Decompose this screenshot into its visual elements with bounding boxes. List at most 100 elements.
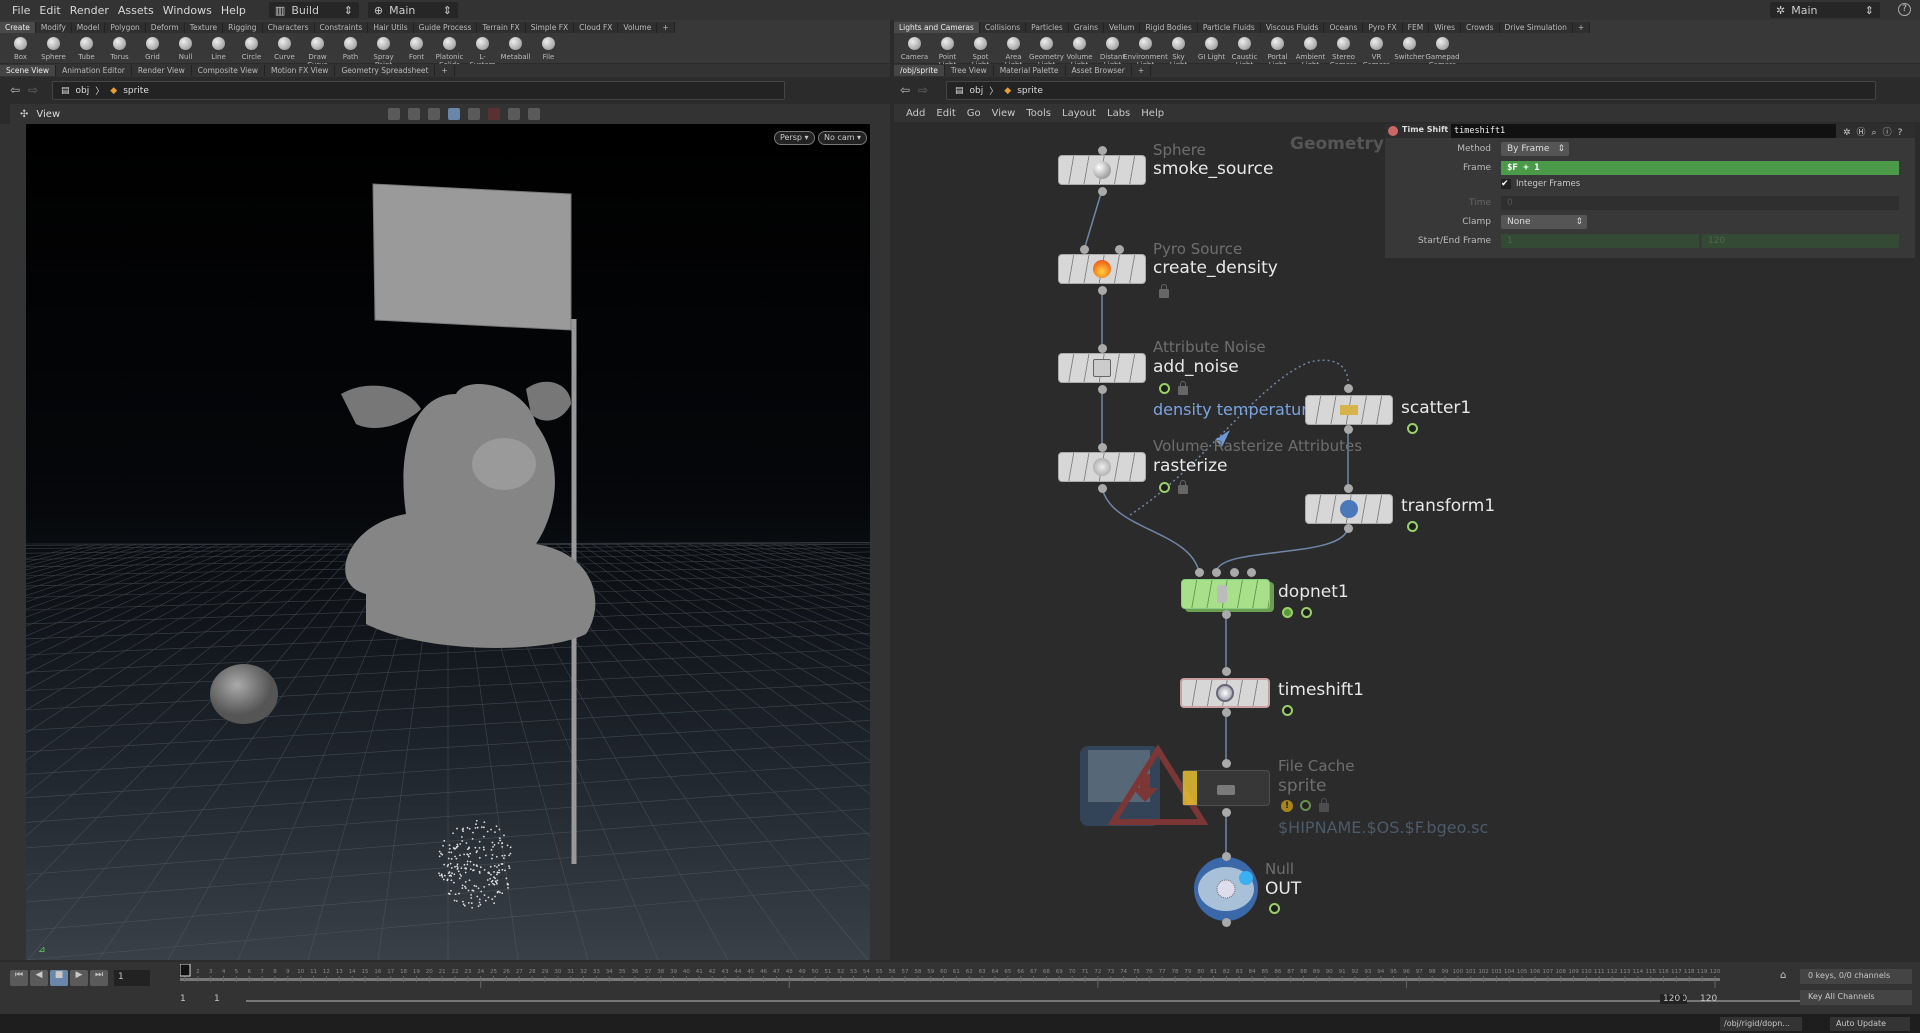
method-select[interactable]: By Frame ⇕ — [1501, 142, 1569, 156]
range-end-value[interactable]: 120 — [1660, 994, 1684, 1004]
frame-tick-label: 17 — [387, 969, 394, 975]
frame-field[interactable]: $F + 1 — [1501, 161, 1899, 175]
frame-tick-label: 3 — [209, 969, 213, 975]
frame-tick-label: 84 — [1249, 969, 1256, 975]
first-frame-button[interactable]: ⏮ — [10, 970, 28, 986]
node-out[interactable] — [1191, 854, 1261, 924]
frame-tick-label: 24 — [477, 969, 484, 975]
frame-tick-label: 93 — [1364, 969, 1371, 975]
time-dependent-icon — [1301, 607, 1312, 618]
frame-tick-label: 119 — [1697, 969, 1708, 975]
node-scatter1[interactable] — [1305, 395, 1393, 425]
time-dependent-icon — [1159, 383, 1170, 394]
range-slider[interactable]: 1 1 120 — [180, 993, 1836, 1009]
node-create-density[interactable] — [1058, 254, 1146, 284]
stop-button[interactable]: ■ — [50, 970, 68, 986]
integer-frames-checkbox[interactable]: ✔ — [1501, 179, 1511, 189]
frame-tick-label: 112 — [1607, 969, 1618, 975]
time-dependent-icon — [1300, 800, 1311, 811]
frame-tick-label: 76 — [1146, 969, 1153, 975]
auto-update-select[interactable]: Auto Update — [1830, 1017, 1910, 1031]
frame-tick-label: 35 — [619, 969, 626, 975]
frame-tick-label: 62 — [966, 969, 973, 975]
frame-tick-label: 63 — [979, 969, 986, 975]
frame-tick-label: 73 — [1107, 969, 1114, 975]
frame-tick-label: 75 — [1133, 969, 1140, 975]
playback-controls: ⏮ ◀ ■ ▶ ⏭ — [10, 970, 108, 986]
method-label: Method — [1457, 144, 1491, 154]
frame-tick-label: 10 — [297, 969, 304, 975]
lock-icon[interactable] — [1159, 284, 1169, 298]
timeline-ruler[interactable]: 1234567891011121314151617181920212223242… — [180, 964, 1730, 988]
frame-tick-label: 11 — [310, 969, 317, 975]
frame-tick-label: 89 — [1313, 969, 1320, 975]
frame-tick-label: 85 — [1262, 969, 1269, 975]
wire — [1083, 189, 1103, 251]
frame-tick-label: 53 — [850, 969, 857, 975]
keys-status[interactable]: 0 keys, 0/0 channels — [1800, 969, 1912, 984]
time-dependent-icon — [1282, 705, 1293, 716]
clamp-label: Clamp — [1462, 217, 1491, 227]
lock-icon[interactable] — [1178, 480, 1188, 494]
frame-tick-label: 2 — [196, 969, 200, 975]
node-add-noise[interactable] — [1058, 353, 1146, 383]
node-timeshift1[interactable] — [1180, 678, 1270, 708]
range-start-value[interactable]: 1 — [214, 994, 220, 1004]
frame-tick-label: 68 — [1043, 969, 1050, 975]
lock-icon[interactable] — [1319, 798, 1329, 812]
last-frame-button[interactable]: ⏭ — [90, 970, 108, 986]
frame-tick-label: 69 — [1056, 969, 1063, 975]
node-type-label: File Cache — [1278, 757, 1355, 775]
time-dependent-icon — [1159, 482, 1170, 493]
key-all-channels-button[interactable]: Key All Channels — [1800, 990, 1912, 1005]
frame-tick-label: 45 — [747, 969, 754, 975]
node-rasterize[interactable] — [1058, 452, 1146, 482]
frame-tick-label: 29 — [542, 969, 549, 975]
node-type-label: Time Shift — [1402, 125, 1449, 134]
play-reverse-button[interactable]: ◀ — [30, 970, 48, 986]
node-file-cache[interactable] — [1182, 770, 1270, 806]
frame-tick-label: 113 — [1620, 969, 1631, 975]
frame-tick-label: 54 — [863, 969, 870, 975]
noise-icon — [1093, 359, 1111, 377]
frame-tick-label: 58 — [914, 969, 921, 975]
play-button[interactable]: ▶ — [70, 970, 88, 986]
frame-tick-label: 26 — [503, 969, 510, 975]
frame-tick-label: 100 — [1453, 969, 1464, 975]
node-type-label: Pyro Source — [1153, 240, 1243, 258]
node-dopnet1[interactable] — [1181, 579, 1270, 609]
node-name: transform1 — [1401, 496, 1496, 516]
node-smoke-source[interactable] — [1058, 155, 1146, 185]
current-frame-field[interactable]: 1 — [114, 970, 150, 986]
range-start-field[interactable]: 1 — [180, 994, 186, 1004]
frame-tick-label: 72 — [1094, 969, 1101, 975]
end-frame-field[interactable]: 120 — [1702, 234, 1899, 248]
clamp-select[interactable]: None ⇕ — [1501, 215, 1587, 229]
warning-icon: ! — [1281, 800, 1293, 812]
status-path[interactable]: /obj/rigid/dopn... — [1720, 1017, 1802, 1031]
frame-tick-label: 18 — [400, 969, 407, 975]
global-end-value[interactable]: 120 — [1700, 994, 1717, 1004]
frame-tick-label: 70 — [1069, 969, 1076, 975]
cache-flag — [1183, 771, 1197, 805]
frame-tick-label: 15 — [362, 969, 369, 975]
frame-tick-label: 39 — [670, 969, 677, 975]
frame-tick-label: 101 — [1465, 969, 1476, 975]
time-field[interactable]: 0 — [1501, 196, 1899, 210]
frame-tick-label: 31 — [567, 969, 574, 975]
frame-tick-label: 116 — [1658, 969, 1669, 975]
start-frame-field[interactable]: 1 — [1501, 234, 1699, 248]
node-name-field[interactable]: timeshift1 — [1451, 124, 1836, 138]
frame-tick-label: 90 — [1326, 969, 1333, 975]
frame-tick-label: 49 — [799, 969, 806, 975]
key-icon[interactable]: ⌂ — [1780, 970, 1786, 981]
lock-icon[interactable] — [1178, 381, 1188, 395]
time-label: Time — [1468, 198, 1491, 208]
node-transform1[interactable] — [1305, 494, 1393, 524]
frame-tick-label: 36 — [632, 969, 639, 975]
node-name: sprite — [1278, 776, 1327, 796]
frame-tick-label: 19 — [413, 969, 420, 975]
param-header-icons[interactable]: ✲Ⓗ⌕ⓘ? — [1843, 125, 1908, 138]
frame-tick-label: 97 — [1416, 969, 1423, 975]
frame-tick-label: 47 — [773, 969, 780, 975]
